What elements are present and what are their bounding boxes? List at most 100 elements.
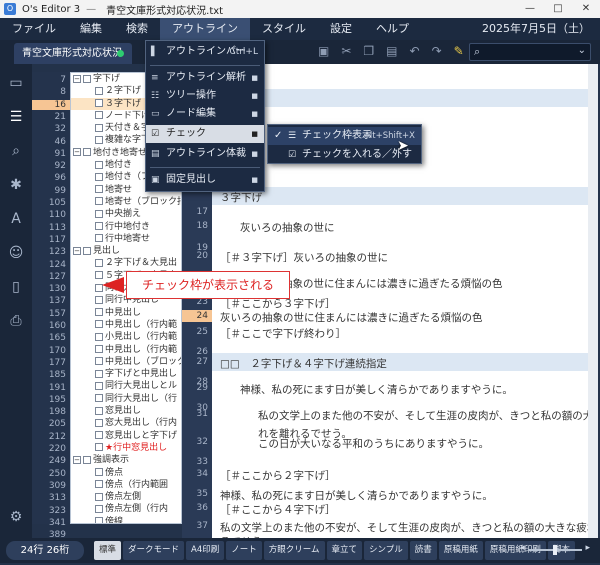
save-icon[interactable]: ▣ <box>318 44 329 58</box>
editor-line[interactable]: 神様、私の死にます日が美しく清らかでありますやうに。 <box>240 382 513 397</box>
mode-tab[interactable]: 方眼クリーム <box>263 541 325 560</box>
zoom-in-icon[interactable]: ▸ <box>585 543 590 553</box>
close-button[interactable]: ✕ <box>572 0 600 18</box>
mode-tab[interactable]: ダークモード <box>123 541 185 560</box>
menu-item-check[interactable]: ☑ チェック ■ <box>146 125 264 143</box>
menu-settings[interactable]: 設定 <box>318 18 364 40</box>
collapse-toggle-icon[interactable]: − <box>73 74 81 83</box>
editor-line[interactable]: ３字下げ <box>220 190 262 205</box>
menu-item-fixed-heading[interactable]: ▣ 固定見出し ■ <box>146 171 264 189</box>
outline-checkbox[interactable] <box>95 111 103 120</box>
outline-checkbox[interactable] <box>95 185 103 194</box>
document-icon[interactable]: ▯ <box>7 278 25 296</box>
outline-checkbox[interactable] <box>95 258 103 267</box>
outline-checkbox[interactable] <box>95 209 103 218</box>
outline-item[interactable]: − 見出し <box>71 245 181 257</box>
outline-checkbox[interactable] <box>95 369 103 378</box>
outline-item[interactable]: 中見出し <box>71 307 181 319</box>
editor-line[interactable]: ［＃ここから２字下げ］ <box>220 468 336 483</box>
outline-item[interactable]: 小見出し（行内範 <box>71 331 181 343</box>
print-icon[interactable]: ⎙ <box>7 312 25 330</box>
outline-checkbox[interactable] <box>95 123 103 132</box>
menu-item-outline-bar[interactable]: ▌ アウトラインバー Ctrl+L <box>146 43 264 61</box>
robot-icon[interactable]: ☺ <box>7 244 25 262</box>
outline-item[interactable]: − 強調表示 <box>71 454 181 466</box>
outline-checkbox[interactable] <box>95 394 103 403</box>
outline-item[interactable]: 中見出し（行内範 <box>71 319 181 331</box>
outline-checkbox[interactable] <box>95 357 103 366</box>
menu-file[interactable]: ファイル <box>0 18 68 40</box>
outline-checkbox[interactable] <box>95 234 103 243</box>
paste-icon[interactable]: ▤ <box>386 44 397 58</box>
document-tab[interactable]: 青空文庫形式対応状況 <box>14 43 132 64</box>
mode-tab[interactable]: シンプル <box>364 541 408 560</box>
redo-icon[interactable]: ↷ <box>432 44 442 58</box>
font-icon[interactable]: A <box>7 210 25 228</box>
outline-checkbox[interactable] <box>95 381 103 390</box>
outline-item[interactable]: 傍点 <box>71 467 181 479</box>
menu-item-tree[interactable]: ☷ ツリー操作 ■ <box>146 87 264 105</box>
outline-item[interactable]: 同行大見出しとル <box>71 380 181 392</box>
outline-checkbox[interactable] <box>95 172 103 181</box>
editor-line[interactable]: この日が大いなる平和のうちにありますやうに。 <box>258 436 489 451</box>
search-box[interactable]: ⌕ ⌄ <box>469 43 591 61</box>
mode-tab[interactable]: ノート <box>226 541 262 560</box>
search-sidebar-icon[interactable]: ⌕ <box>7 142 25 160</box>
mode-tab[interactable]: 読書 <box>409 541 437 560</box>
editor-line[interactable]: ［＃ここで字下げ終わり］ <box>220 326 346 341</box>
outline-item[interactable]: 行中地付き <box>71 221 181 233</box>
undo-icon[interactable]: ↶ <box>410 44 420 58</box>
menu-search[interactable]: 検索 <box>114 18 160 40</box>
outline-item[interactable]: 中央揃え <box>71 208 181 220</box>
menu-item-outline-parse[interactable]: ≡ アウトライン解析 ■ <box>146 69 264 87</box>
outline-item[interactable]: 字下げと中見出し <box>71 368 181 380</box>
outline-checkbox[interactable] <box>95 504 103 513</box>
outline-item[interactable]: 行中地寄せ <box>71 233 181 245</box>
outline-checkbox[interactable] <box>95 443 103 452</box>
cut-icon[interactable]: ✂ <box>341 44 351 58</box>
outline-checkbox[interactable] <box>83 455 91 464</box>
outline-checkbox[interactable] <box>95 345 103 354</box>
minimize-button[interactable]: — <box>516 0 544 18</box>
outline-item[interactable]: 地寄せ（ブロック指 <box>71 196 181 208</box>
zoom-slider[interactable]: ◂ ▸ <box>520 543 590 555</box>
editor-line[interactable]: ［＃３字下げ］灰いろの抽象の世に <box>220 250 388 265</box>
outline-checkbox[interactable] <box>83 246 91 255</box>
outline-checkbox[interactable] <box>95 418 103 427</box>
copy-icon[interactable]: ❐ <box>363 44 374 58</box>
outline-item[interactable]: 傍点（行内範囲 <box>71 479 181 491</box>
outline-checkbox[interactable] <box>95 492 103 501</box>
vertical-scrollbar[interactable] <box>588 64 598 538</box>
collapse-toggle-icon[interactable]: − <box>73 148 81 157</box>
chevron-down-icon[interactable]: ⌄ <box>578 45 586 56</box>
menu-outline[interactable]: アウトライン <box>160 18 250 40</box>
asterisk-icon[interactable]: ✱ <box>7 176 25 194</box>
outline-item[interactable]: 中見出し（ブロック <box>71 356 181 368</box>
editor-line[interactable]: 私の文学上のまた他の不安が、そして生涯の皮肉が、きつと私の額の大きな疲れを離れ <box>220 520 598 535</box>
outline-checkbox[interactable] <box>83 74 91 83</box>
outline-checkbox[interactable] <box>95 308 103 317</box>
outline-checkbox[interactable] <box>95 160 103 169</box>
zoom-thumb[interactable] <box>553 545 557 555</box>
editor-line[interactable]: 灰いろの抽象の世に住まんには濃きに過ぎたる煩悩の色 <box>220 310 483 325</box>
outline-checkbox[interactable] <box>95 99 103 108</box>
maximize-button[interactable]: □ <box>544 0 572 18</box>
mode-tab[interactable]: A4印刷 <box>186 541 225 560</box>
outline-checkbox[interactable] <box>95 517 103 523</box>
outline-item[interactable]: 窓見出しと字下げ <box>71 430 181 442</box>
editor-line[interactable]: 神様、私の死にます日が美しく清らかでありますやうに。 <box>220 488 493 503</box>
mode-tab[interactable]: 章立て <box>326 541 363 560</box>
outline-item[interactable]: 傍点左側（行内 <box>71 503 181 515</box>
editor-line[interactable]: □□ ２字下げ＆４字下げ連続指定 <box>220 356 387 371</box>
gear-icon[interactable]: ⚙ <box>7 508 25 526</box>
outline-item[interactable]: 傍点左側 <box>71 491 181 503</box>
folder-icon[interactable]: ▭ <box>7 74 25 92</box>
outline-item[interactable]: 窓大見出し（行内 <box>71 417 181 429</box>
outline-checkbox[interactable] <box>95 406 103 415</box>
outline-checkbox[interactable] <box>95 431 103 440</box>
editor-line[interactable]: 灰いろの抽象の世に <box>240 220 335 235</box>
outline-item[interactable]: 同行大見出し（行 <box>71 393 181 405</box>
collapse-toggle-icon[interactable]: − <box>73 246 81 255</box>
outline-item[interactable]: 中見出し（行内範 <box>71 344 181 356</box>
outline-checkbox[interactable] <box>95 135 103 144</box>
